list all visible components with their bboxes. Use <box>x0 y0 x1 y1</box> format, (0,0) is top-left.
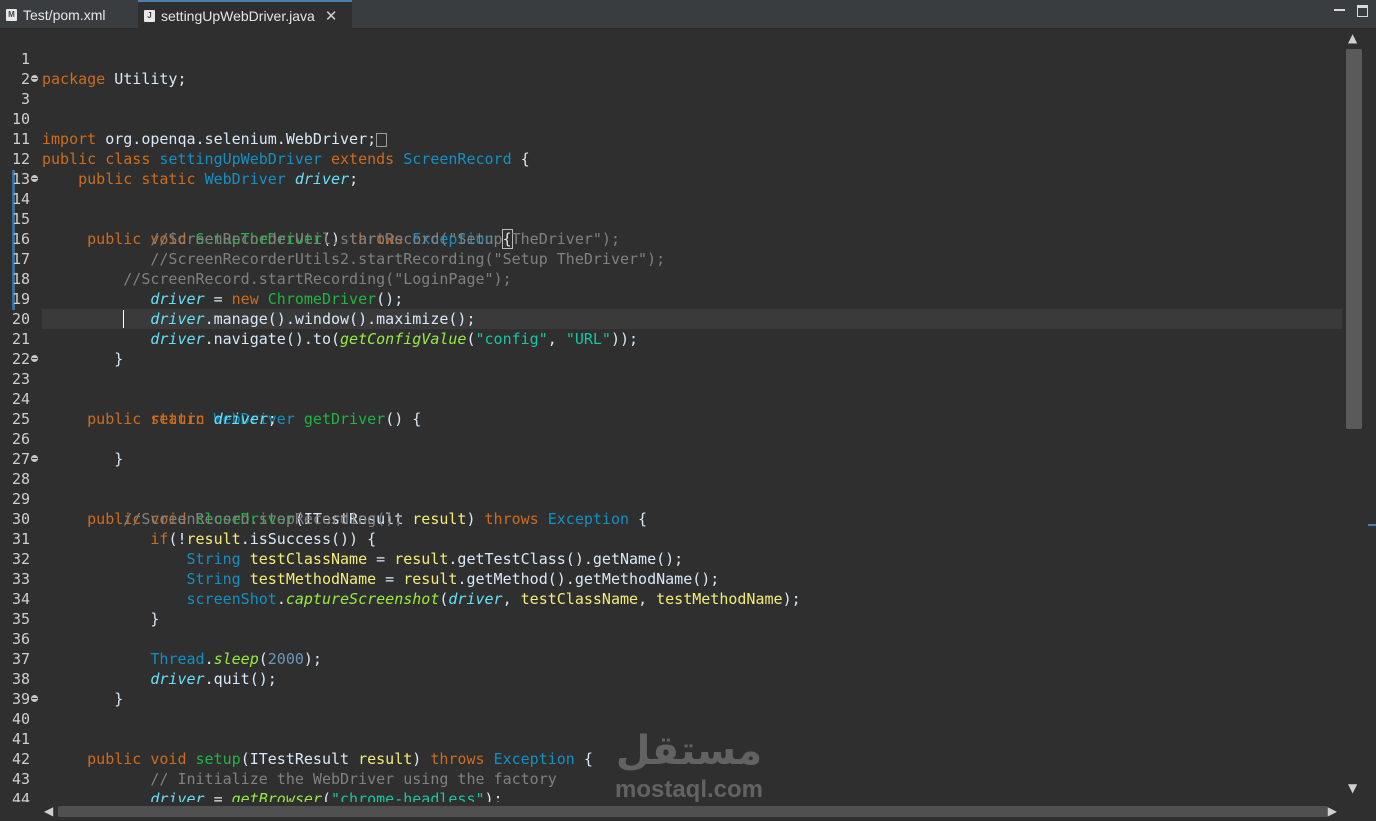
vertical-scrollbar[interactable]: ▲ ▼ <box>1343 29 1366 802</box>
code-line: 22 <box>0 329 36 368</box>
code-text: Thread.sleep(2000); <box>150 650 322 668</box>
code-line: 10 <box>0 89 36 128</box>
code-line: 43 driver = getBrowser("chrome-headless"… <box>0 749 503 802</box>
watermark-latin-text: mostaql.com <box>614 776 764 803</box>
code-line: 32 String testMethodName = result.getMet… <box>0 529 719 588</box>
code-text: String testClassName = result.getTestCla… <box>186 550 684 568</box>
code-line: 38 } <box>0 649 123 708</box>
code-line: 33 screenShot.captureScreenshot(driver, … <box>0 549 801 608</box>
code-text: import org.openqa.selenium.WebDriver; <box>42 129 388 149</box>
code-text: driver = getBrowser("chrome-headless"); <box>150 790 503 802</box>
code-text: } <box>42 350 124 368</box>
code-text: driver.manage().window().maximize(); <box>150 310 476 328</box>
code-line: 18 driver = new ChromeDriver(); <box>0 249 403 308</box>
scroll-right-icon[interactable]: ▶ <box>1328 804 1337 818</box>
overview-ruler-marker[interactable] <box>1368 524 1376 526</box>
code-line: 17 //ScreenRecord.startRecording("LoginP… <box>0 229 512 288</box>
code-text: driver.quit(); <box>150 670 277 688</box>
scroll-up-icon[interactable]: ▲ <box>1348 31 1357 45</box>
maven-file-icon: M <box>6 8 17 21</box>
code-text: return driver; <box>150 410 277 428</box>
code-line: 31 String testClassName = result.getTest… <box>0 509 683 568</box>
code-text: //ScreenRecord.startRecording("LoginPage… <box>42 270 512 288</box>
watermark-arabic-text: مستقل <box>615 728 763 774</box>
code-line: 13 <box>0 149 36 188</box>
horizontal-scroll-thumb[interactable] <box>58 806 1328 817</box>
code-line: 27 <box>0 429 36 468</box>
code-line: 1 package Utility; <box>0 29 187 88</box>
code-text: public void setup(ITestResult result) th… <box>87 750 593 768</box>
code-line: 26 } <box>0 409 123 468</box>
code-text: public static WebDriver driver; <box>78 170 359 188</box>
code-line: 3 import org.openqa.selenium.WebDriver; <box>0 69 388 148</box>
code-line: 36 Thread.sleep(2000); <box>0 609 322 668</box>
code-text: public class settingUpWebDriver extends … <box>42 150 530 168</box>
code-text: if(!result.isSuccess()) { <box>150 530 377 548</box>
code-text: } <box>42 450 124 468</box>
collapse-fold-icon[interactable] <box>31 175 38 182</box>
scroll-down-icon[interactable]: ▼ <box>1348 781 1357 795</box>
tab-label: Test/pom.xml <box>23 6 106 23</box>
code-line: 42 // Initialize the WebDriver using the… <box>0 729 557 788</box>
code-text: driver = new ChromeDriver(); <box>150 290 404 308</box>
code-line: 39 <box>0 669 36 708</box>
code-line: 23 public static WebDriver getDriver() { <box>0 349 421 428</box>
code-line: 19 driver.manage().window().maximize(); <box>0 269 476 328</box>
code-line: 14 public void SetupTheDriver() throws E… <box>0 169 513 249</box>
code-line: 44 <box>0 769 36 802</box>
code-line: 20 driver.navigate().to(getConfigValue("… <box>0 289 638 348</box>
code-line: 24 return driver; <box>0 369 277 428</box>
code-text: String testMethodName = result.getMethod… <box>186 570 720 588</box>
code-line: 29 //ScreenRecord.stopRecording(); <box>0 469 403 528</box>
code-line: 21 } <box>0 309 123 368</box>
collapse-fold-icon[interactable] <box>31 695 38 702</box>
code-text: } <box>42 690 124 708</box>
code-line: 30 if(!result.isSuccess()) { <box>0 489 376 548</box>
code-line: 34 } <box>0 569 159 628</box>
code-line: 37 driver.quit(); <box>0 629 277 688</box>
collapsed-region-icon[interactable] <box>376 132 388 147</box>
close-tab-icon[interactable]: ✕ <box>325 7 338 25</box>
vertical-scroll-thumb[interactable] <box>1346 49 1362 429</box>
code-line: 25 <box>0 389 36 428</box>
code-line: 28 public void closeDriver(ITestResult r… <box>0 449 647 528</box>
scroll-left-icon[interactable]: ◀ <box>44 804 53 818</box>
code-text: } <box>42 610 160 628</box>
code-text: screenShot.captureScreenshot(driver, tes… <box>186 590 801 608</box>
code-text: // Initialize the WebDriver using the fa… <box>42 770 557 788</box>
editor-tab-bar: M Test/pom.xml J settingUpWebDriver.java… <box>0 0 1376 29</box>
watermark-logo: مستقل mostaql.com <box>604 728 774 806</box>
tab-label: settingUpWebDriver.java <box>161 7 315 24</box>
code-line: 15 //ScreenRecorderUtil.startRecord("Set… <box>0 189 620 248</box>
code-line: 35 <box>0 589 36 628</box>
collapse-fold-icon[interactable] <box>31 355 38 362</box>
code-line: 2 <box>0 49 36 88</box>
code-text: //ScreenRecorderUtil.startRecord("Setup … <box>42 230 620 248</box>
code-text: driver.navigate().to(getConfigValue("con… <box>150 330 639 348</box>
java-file-icon: J <box>144 9 155 22</box>
code-editor[interactable]: 1 package Utility; 2 3 import org.openqa… <box>0 29 1343 802</box>
code-text: //ScreenRecorderUtils2.startRecording("S… <box>42 250 666 268</box>
code-line: 12 public static WebDriver driver; <box>0 129 358 188</box>
code-text: //ScreenRecord.stopRecording(); <box>42 510 404 528</box>
code-text: package Utility; <box>42 70 187 88</box>
minimize-button[interactable] <box>1334 4 1346 16</box>
code-line: 45 driver.manage().window().maximize(); <box>0 789 36 802</box>
maximize-button[interactable] <box>1357 4 1369 17</box>
tab-settingupwebdriver-java[interactable]: J settingUpWebDriver.java ✕ <box>138 0 352 29</box>
collapse-fold-icon[interactable] <box>31 455 38 462</box>
code-line: 11 public class settingUpWebDriver exten… <box>0 109 530 168</box>
code-line: 41 <box>0 709 36 748</box>
code-line: 16 //ScreenRecorderUtils2.startRecording… <box>0 209 665 268</box>
tab-pom-xml[interactable]: M Test/pom.xml <box>0 0 138 29</box>
code-line: 40 public void setup(ITestResult result)… <box>0 689 593 768</box>
expand-fold-icon[interactable] <box>31 75 38 82</box>
